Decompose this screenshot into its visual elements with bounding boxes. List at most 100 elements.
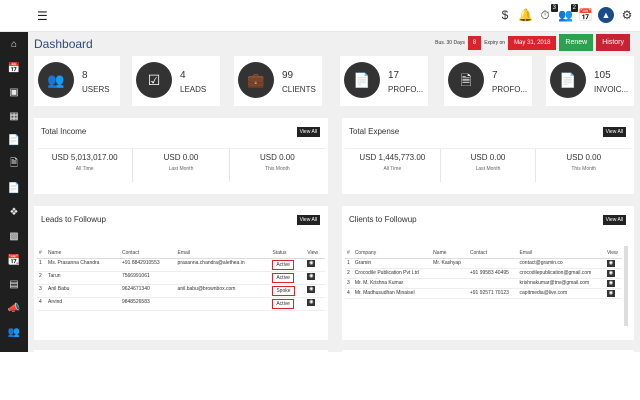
leads-table-wrap: # Name Contact Email Status View 1 Ms. P… bbox=[37, 248, 325, 311]
sidebar-calendar-icon[interactable]: 📅 bbox=[0, 56, 28, 80]
history-button[interactable]: History bbox=[596, 34, 630, 51]
row-number: 4 bbox=[37, 297, 47, 311]
calendar-icon[interactable]: 📅 bbox=[578, 7, 593, 23]
stat-label: INVOIC... bbox=[594, 85, 629, 94]
expiry-date-badge: May 31, 2018 bbox=[508, 35, 557, 50]
panel-title: Total Expense bbox=[349, 127, 400, 136]
status-badge[interactable]: Active bbox=[272, 273, 294, 283]
view-cell: ◉ bbox=[305, 258, 325, 272]
sidebar-money-icon[interactable]: ▩ bbox=[0, 224, 28, 248]
view-all-button[interactable]: View All bbox=[602, 215, 626, 225]
file-text-icon: 🗎 bbox=[448, 62, 484, 98]
lead-email: prasanna.chandra@alethea.in bbox=[175, 258, 271, 272]
brand-logo-icon[interactable]: ▲ bbox=[598, 7, 614, 23]
total-income-panel: Total Income View All USD 5,013,017.00 A… bbox=[34, 118, 328, 194]
sidebar-file2-icon[interactable]: 📄 bbox=[0, 176, 28, 200]
stat-card-users[interactable]: 👥 8 USERS bbox=[34, 56, 120, 106]
sidebar-id-card-icon[interactable]: ▣ bbox=[0, 80, 28, 104]
status-badge[interactable]: Active bbox=[272, 299, 294, 309]
view-cell: ◉ bbox=[604, 268, 622, 279]
status-cell: Spoke bbox=[270, 284, 306, 298]
dollar-icon[interactable]: $ bbox=[498, 7, 512, 23]
row-number: 2 bbox=[345, 268, 353, 279]
view-cell: ◉ bbox=[305, 271, 325, 285]
lead-name: Arvind bbox=[46, 297, 120, 311]
eye-icon[interactable]: ◉ bbox=[606, 260, 615, 267]
client-company: Crocodile Publication Pvt Ltd bbox=[352, 268, 432, 279]
stat-label: PROFO... bbox=[492, 85, 528, 94]
income-label: All Time bbox=[75, 166, 94, 172]
sidebar-address-card-icon[interactable]: ▦ bbox=[0, 104, 28, 128]
sidebar-calendar-check-icon[interactable]: 📆 bbox=[0, 248, 28, 272]
lead-name: Tarun bbox=[46, 271, 120, 285]
col-header: Email bbox=[175, 248, 271, 259]
lead-name: Ms. Prasanna Chandra bbox=[46, 258, 120, 272]
col-header: # bbox=[345, 248, 353, 259]
row-number: 2 bbox=[37, 271, 47, 285]
stat-card-proforma[interactable]: 📄 17 PROFO... bbox=[340, 56, 428, 106]
eye-icon[interactable]: ◉ bbox=[606, 280, 615, 287]
expense-summary: USD 1,445,773.00 All Time USD 0.00 Last … bbox=[345, 148, 631, 182]
table-header-row: # Company Name Contact Email View bbox=[345, 248, 622, 259]
expense-value: USD 1,445,773.00 bbox=[359, 153, 426, 162]
subscription-info: Bus. 30 Days 8 Expiry on May 31, 2018 Re… bbox=[435, 34, 630, 51]
timer-icon[interactable]: ⏱ 3 bbox=[538, 4, 558, 23]
eye-icon[interactable]: ◉ bbox=[606, 270, 615, 277]
stat-card-leads[interactable]: ☑ 4 LEADS bbox=[132, 56, 220, 106]
status-badge[interactable]: Spoke bbox=[272, 286, 295, 296]
sidebar-cubes-icon[interactable]: ❖ bbox=[0, 200, 28, 224]
sidebar-file-icon[interactable]: 📄 bbox=[0, 128, 28, 152]
expiry-label: Expiry on bbox=[484, 39, 506, 46]
stat-label: PROFO... bbox=[388, 85, 424, 94]
settings-icon[interactable]: ⚙ bbox=[620, 7, 634, 23]
sidebar-file-text-icon[interactable]: 🗎 bbox=[0, 152, 28, 176]
table-row: 4 Mr. Madhusudhan Minaisel +91 92571 701… bbox=[345, 288, 622, 299]
view-all-button[interactable]: View All bbox=[296, 127, 320, 137]
page-title: Dashboard bbox=[34, 37, 93, 51]
status-cell: Active bbox=[270, 297, 306, 311]
file-icon: 📄 bbox=[550, 62, 586, 98]
top-icons: $ 🔔 ⏱ 3 👥 2 📅 ▲ ⚙ bbox=[498, 4, 634, 23]
users-icon[interactable]: 👥 2 bbox=[558, 4, 578, 23]
sidebar-list-icon[interactable]: ▤ bbox=[0, 272, 28, 296]
bell-icon[interactable]: 🔔 bbox=[518, 7, 533, 23]
sidebar-home-icon[interactable]: ⌂ bbox=[0, 32, 28, 56]
hamburger-icon[interactable]: ☰ bbox=[37, 9, 48, 23]
row-number: 3 bbox=[37, 284, 47, 298]
main-content: Dashboard Bus. 30 Days 8 Expiry on May 3… bbox=[28, 32, 640, 352]
eye-icon[interactable]: ◉ bbox=[307, 286, 316, 293]
eye-icon[interactable]: ◉ bbox=[307, 273, 316, 280]
days-badge: 8 bbox=[467, 35, 482, 50]
status-badge[interactable]: Active bbox=[272, 260, 294, 270]
table-row: 3 Anil Babu 9624671340 anil.babu@brownbo… bbox=[37, 284, 325, 298]
eye-icon[interactable]: ◉ bbox=[307, 299, 316, 306]
expense-value: USD 0.00 bbox=[566, 153, 602, 162]
stat-value: 99 bbox=[282, 70, 294, 81]
sidebar-users-icon[interactable]: 👥 bbox=[0, 320, 28, 344]
stat-value: 4 bbox=[180, 70, 186, 81]
view-cell: ◉ bbox=[604, 288, 622, 299]
client-email: contact@gramin.co bbox=[517, 258, 605, 269]
subscription-label: Bus. 30 Days bbox=[435, 39, 465, 46]
col-header: Name bbox=[46, 248, 120, 259]
renew-button[interactable]: Renew bbox=[559, 34, 594, 51]
view-all-button[interactable]: View All bbox=[296, 215, 320, 225]
table-row: 4 Arvind 9848526583 Active ◉ bbox=[37, 297, 325, 311]
clients-table-wrap: # Company Name Contact Email View 1 Gram… bbox=[345, 248, 622, 299]
view-cell: ◉ bbox=[305, 297, 325, 311]
stat-card-clients[interactable]: 💼 99 CLIENTS bbox=[234, 56, 322, 106]
client-company: Mr. M. Krishna Kumar bbox=[352, 278, 432, 289]
table-scrollbar[interactable] bbox=[624, 246, 628, 326]
users-badge: 2 bbox=[570, 4, 578, 12]
row-number: 1 bbox=[37, 258, 47, 272]
eye-icon[interactable]: ◉ bbox=[606, 290, 615, 297]
income-this-month: USD 0.00 This Month bbox=[230, 149, 325, 182]
eye-icon[interactable]: ◉ bbox=[307, 260, 316, 267]
view-all-button[interactable]: View All bbox=[602, 127, 626, 137]
status-cell: Active bbox=[270, 258, 306, 272]
stat-card-invoices[interactable]: 📄 105 INVOIC... bbox=[546, 56, 634, 106]
stat-card-proforma-2[interactable]: 🗎 7 PROFO... bbox=[444, 56, 532, 106]
sidebar-bullhorn-icon[interactable]: 📣 bbox=[0, 296, 28, 320]
table-row: 2 Crocodile Publication Pvt Ltd +91 9958… bbox=[345, 268, 622, 279]
client-contact: +91 92571 70123 bbox=[467, 288, 518, 299]
